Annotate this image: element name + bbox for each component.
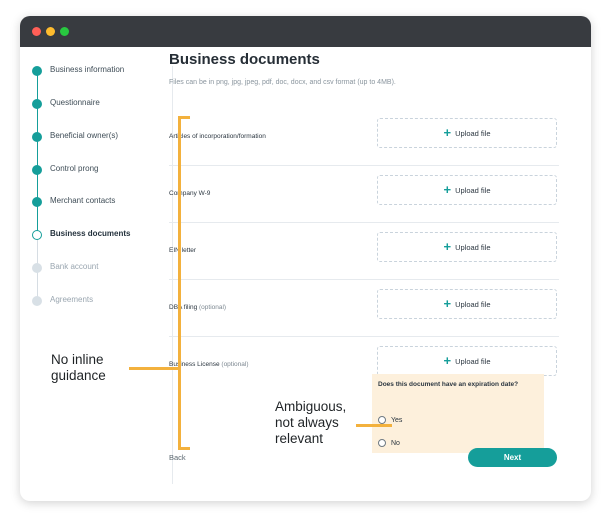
annotation-bracket <box>178 116 190 450</box>
step-label: Beneficial owner(s) <box>50 131 119 140</box>
step-bank-account: Bank account <box>32 261 172 275</box>
step-control-prong[interactable]: Control prong <box>32 163 172 177</box>
document-row: Articles of incorporation/formation + Up… <box>169 108 559 165</box>
upload-file-label: Upload file <box>455 128 491 138</box>
plus-icon: + <box>443 182 452 197</box>
annotation-connector <box>129 367 179 370</box>
step-merchant-contacts[interactable]: Merchant contacts <box>32 195 172 209</box>
annotation-ambiguous: Ambiguous, not always relevant <box>275 399 347 446</box>
close-window-button[interactable] <box>32 27 41 36</box>
step-complete-icon <box>32 99 42 109</box>
step-current-icon <box>32 230 42 240</box>
radio-button[interactable] <box>378 416 386 424</box>
radio-button[interactable] <box>378 439 386 447</box>
back-button[interactable]: Back <box>169 453 186 462</box>
plus-icon: + <box>443 125 452 140</box>
step-label: Bank account <box>50 262 99 271</box>
upload-file-button[interactable]: + Upload file <box>377 175 557 205</box>
annotation-connector <box>356 424 392 427</box>
step-label: Agreements <box>50 295 94 304</box>
page-subtitle: Files can be in png, jpg, jpeg, pdf, doc… <box>169 79 396 86</box>
window-titlebar <box>20 16 591 47</box>
expiration-option-yes[interactable]: Yes <box>378 416 402 424</box>
radio-label: Yes <box>391 416 403 424</box>
stepper-line-completed <box>37 71 38 236</box>
step-label: Merchant contacts <box>50 196 116 205</box>
step-label: Business documents <box>50 229 131 238</box>
plus-icon: + <box>443 296 452 311</box>
step-business-information[interactable]: Business information <box>32 64 172 78</box>
page-title: Business documents <box>169 51 320 68</box>
step-complete-icon <box>32 165 42 175</box>
minimize-window-button[interactable] <box>46 27 55 36</box>
document-row: DBA filing (optional) + Upload file <box>169 279 559 336</box>
document-row: EIN letter + Upload file <box>169 222 559 279</box>
step-complete-icon <box>32 132 42 142</box>
expiration-date-question: Does this document have an expiration da… <box>372 374 544 453</box>
upload-file-button[interactable]: + Upload file <box>377 346 557 376</box>
step-label: Business information <box>50 65 125 74</box>
step-complete-icon <box>32 197 42 207</box>
upload-file-button[interactable]: + Upload file <box>377 118 557 148</box>
plus-icon: + <box>443 353 452 368</box>
document-row: Company W-9 + Upload file <box>169 165 559 222</box>
upload-file-button[interactable]: + Upload file <box>377 289 557 319</box>
step-pending-icon <box>32 296 42 306</box>
expiration-question-label: Does this document have an expiration da… <box>378 381 519 388</box>
step-label: Questionnaire <box>50 98 100 107</box>
expiration-option-no[interactable]: No <box>378 439 400 447</box>
next-button[interactable]: Next <box>468 448 557 467</box>
radio-label: No <box>391 439 400 447</box>
upload-file-button[interactable]: + Upload file <box>377 232 557 262</box>
maximize-window-button[interactable] <box>60 27 69 36</box>
step-agreements: Agreements <box>32 294 172 308</box>
progress-stepper: Business information Questionnaire Benef… <box>20 47 170 501</box>
step-complete-icon <box>32 66 42 76</box>
step-label: Control prong <box>50 164 99 173</box>
upload-file-label: Upload file <box>455 185 491 195</box>
upload-file-label: Upload file <box>455 299 491 309</box>
upload-file-label: Upload file <box>455 356 491 366</box>
step-questionnaire[interactable]: Questionnaire <box>32 97 172 111</box>
step-beneficial-owners[interactable]: Beneficial owner(s) <box>32 130 172 144</box>
step-pending-icon <box>32 263 42 273</box>
upload-file-label: Upload file <box>455 242 491 252</box>
plus-icon: + <box>443 239 452 254</box>
annotation-no-inline-guidance: No inline guidance <box>51 352 106 383</box>
step-business-documents[interactable]: Business documents <box>32 228 172 242</box>
